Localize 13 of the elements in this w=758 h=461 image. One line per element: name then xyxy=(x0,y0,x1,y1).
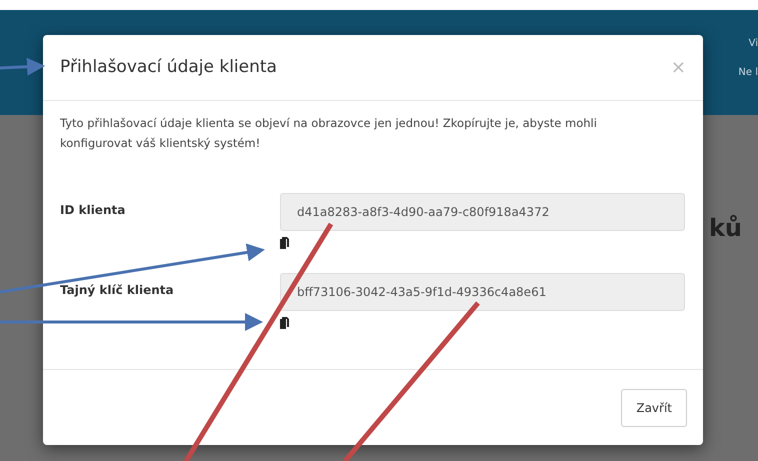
field-label: Tajný klíč klienta xyxy=(60,283,174,297)
dialog-title: Přihlašovací údaje klienta xyxy=(60,56,277,79)
header-text: Ne l xyxy=(738,66,758,80)
annotation-arrow xyxy=(0,58,45,76)
copy-icon[interactable] xyxy=(280,317,289,329)
credential-field[interactable]: d41a8283-a8f3-4d90-aa79-c80f918a4372 xyxy=(280,193,685,231)
close-dialog-button[interactable]: Zavřít xyxy=(621,388,687,426)
header-text: Vi xyxy=(748,37,758,51)
field-label: ID klienta xyxy=(60,203,126,217)
copy-icon[interactable] xyxy=(280,237,289,249)
page-heading: ků xyxy=(708,213,742,244)
message-text: Tyto přihlašovací údaje klienta se objeví na obrazovce jen jednou! Zkopírujte je, abyste mohli konfigurovat váš klientský systém! xyxy=(60,115,598,152)
credential-field[interactable]: bff73106-3042-43a5-9f1d-49336c4a8e61 xyxy=(280,273,685,311)
